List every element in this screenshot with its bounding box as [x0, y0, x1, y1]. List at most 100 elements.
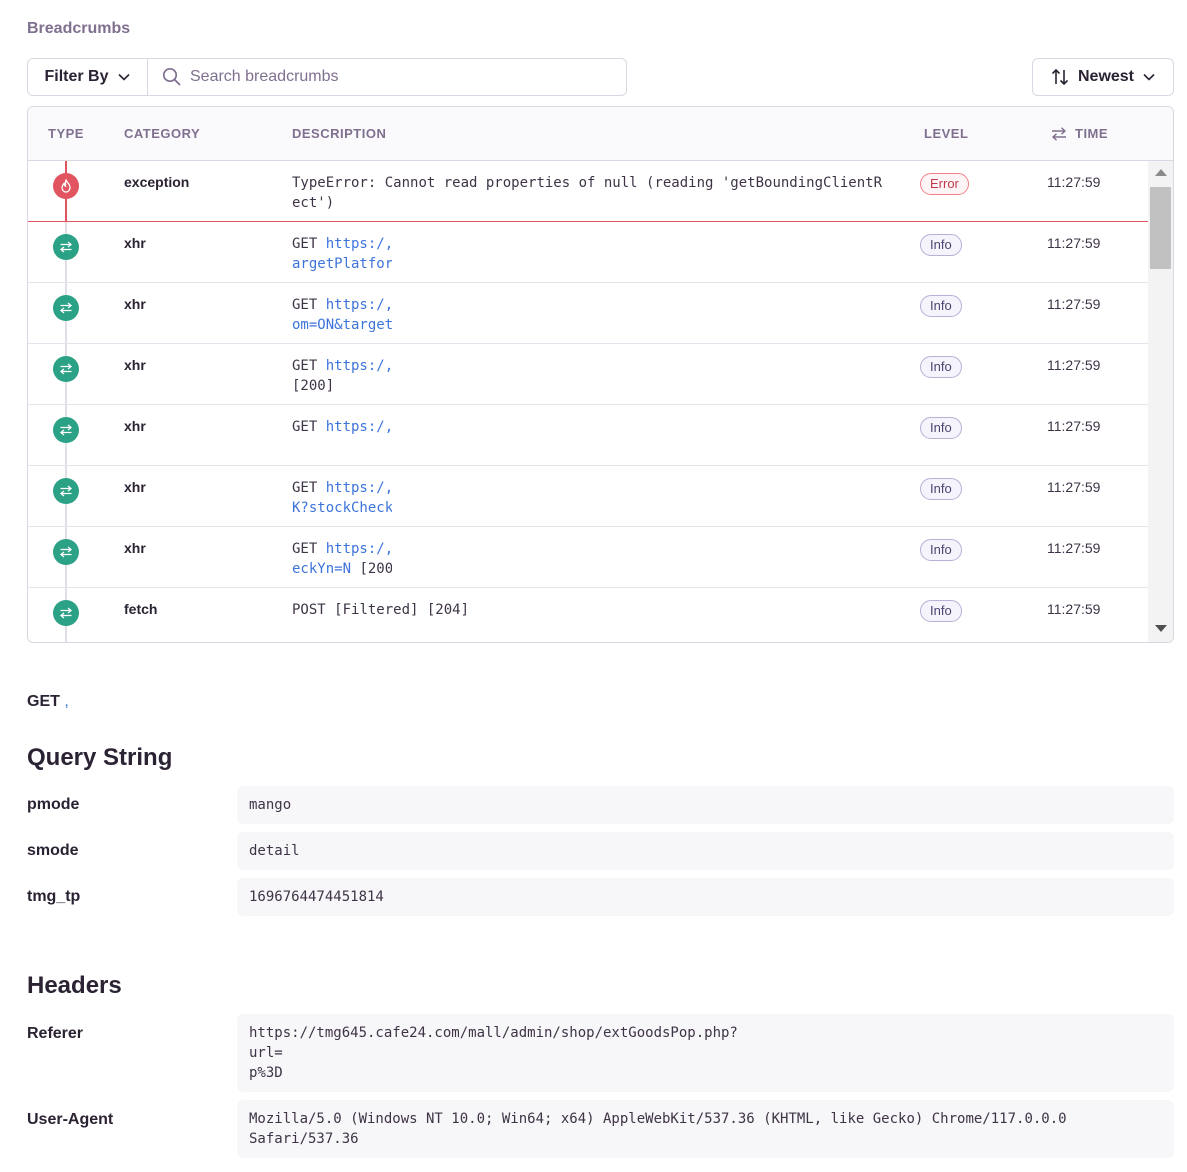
table-row[interactable]: xhr GET https:/, om=ON&target Info 11:27…	[28, 283, 1148, 344]
column-time: TIME	[1075, 126, 1109, 141]
query-value: 1696764474451814	[237, 878, 1174, 916]
row-url-link[interactable]: https:/,	[326, 236, 392, 252]
sort-newest-button[interactable]: Newest	[1032, 58, 1174, 96]
headers-heading: Headers	[27, 972, 122, 999]
query-value: detail	[237, 832, 1174, 870]
row-time: 11:27:59	[1047, 479, 1101, 495]
scroll-down-arrow-icon[interactable]	[1155, 625, 1167, 632]
search-breadcrumbs-input[interactable]	[190, 68, 610, 86]
swap-icon	[53, 234, 79, 260]
row-status: [200]	[292, 378, 335, 394]
chevron-down-icon	[117, 73, 130, 81]
row-description: GET https:/,	[292, 417, 392, 437]
row-description: TypeError: Cannot read properties of nul…	[292, 173, 888, 213]
table-row[interactable]: xhr GET https:/, K?stockCheck Info 11:27…	[28, 466, 1148, 527]
table-row[interactable]: xhr GET https:/, Info 11:27:59	[28, 405, 1148, 466]
swap-icon	[53, 295, 79, 321]
row-category: exception	[124, 174, 190, 190]
level-badge: Info	[920, 478, 962, 500]
breadcrumbs-title: Breadcrumbs	[27, 20, 131, 37]
row-method: GET	[292, 480, 326, 496]
table-row[interactable]: xhr GET https:/, eckYn=N [200 Info 11:27…	[28, 527, 1148, 588]
level-badge: Info	[920, 539, 962, 561]
row-url-link[interactable]: https:/,	[326, 297, 392, 313]
row-url-link[interactable]: https:/,	[326, 541, 392, 557]
swap-icon	[53, 417, 79, 443]
row-time: 11:27:59	[1047, 296, 1101, 312]
filter-by-label: Filter By	[44, 68, 109, 85]
swap-icon	[53, 600, 79, 626]
row-category: xhr	[124, 296, 146, 312]
filter-by-button[interactable]: Filter By	[28, 59, 148, 95]
fire-icon	[53, 173, 79, 199]
row-method: POST	[292, 602, 335, 618]
row-body: [Filtered] [204]	[334, 602, 470, 618]
swap-icon	[53, 539, 79, 565]
header-value: https://tmg645.cafe24.com/mall/admin/sho…	[237, 1014, 1174, 1092]
query-key: pmode	[27, 796, 80, 813]
row-method: GET	[292, 541, 326, 557]
row-error-message: Cannot read properties of null (reading …	[292, 175, 883, 211]
row-url-link-cont[interactable]: K?stockCheck	[292, 500, 392, 516]
row-category: xhr	[124, 357, 146, 373]
sort-label: Newest	[1077, 68, 1135, 85]
row-method: GET	[292, 236, 326, 252]
sort-arrows-icon	[1051, 68, 1069, 86]
row-method: GET	[292, 419, 326, 435]
scrollbar[interactable]	[1148, 161, 1173, 642]
row-category: xhr	[124, 235, 146, 251]
table-row[interactable]: fetch POST [Filtered] [204] Info 11:27:5…	[28, 588, 1148, 642]
table-row[interactable]: xhr GET https:/, argetPlatfor Info 11:27…	[28, 222, 1148, 283]
query-value: mango	[237, 786, 1174, 824]
row-time: 11:27:59	[1047, 601, 1101, 617]
request-url-link[interactable]: ,	[64, 693, 68, 710]
scroll-thumb[interactable]	[1150, 187, 1171, 269]
query-key: tmg_tp	[27, 888, 81, 905]
swap-icon	[53, 356, 79, 382]
row-method: GET	[292, 297, 326, 313]
filter-search-bar: Filter By	[27, 58, 627, 96]
row-description: GET https:/, K?stockCheck	[292, 478, 392, 518]
request-method: GET	[27, 693, 60, 710]
header-value: Mozilla/5.0 (Windows NT 10.0; Win64; x64…	[237, 1100, 1174, 1158]
swap-icon	[53, 478, 79, 504]
scroll-up-arrow-icon[interactable]	[1155, 169, 1167, 176]
row-category: xhr	[124, 479, 146, 495]
row-description: GET https:/, [200]	[292, 356, 392, 396]
column-description: DESCRIPTION	[292, 126, 387, 141]
level-badge: Info	[920, 295, 962, 317]
table-row[interactable]: exception TypeError: Cannot read propert…	[28, 161, 1148, 222]
level-badge: Info	[920, 600, 962, 622]
query-key: smode	[27, 842, 79, 859]
column-category: CATEGORY	[124, 126, 201, 141]
row-error-type: TypeError:	[292, 175, 377, 191]
table-row[interactable]: xhr GET https:/, [200] Info 11:27:59	[28, 344, 1148, 405]
row-description: POST [Filtered] [204]	[292, 600, 888, 620]
column-level: LEVEL	[924, 126, 969, 141]
search-wrap	[148, 59, 626, 95]
table-header: TYPE CATEGORY DESCRIPTION LEVEL TIME	[28, 107, 1173, 161]
chevron-down-icon	[1143, 73, 1155, 81]
row-time: 11:27:59	[1047, 540, 1101, 556]
row-url-link-cont[interactable]: om=ON&target	[292, 317, 392, 333]
row-time: 11:27:59	[1047, 235, 1101, 251]
row-description: GET https:/, eckYn=N [200	[292, 539, 392, 579]
level-badge: Info	[920, 417, 962, 439]
row-url-link[interactable]: https:/,	[326, 480, 392, 496]
row-description: GET https:/, argetPlatfor	[292, 234, 392, 274]
row-description: GET https:/, om=ON&target	[292, 295, 392, 335]
row-url-link[interactable]: https:/,	[326, 419, 392, 435]
row-status: [200	[351, 561, 392, 577]
row-url-link-cont[interactable]: eckYn=N	[292, 561, 351, 577]
swap-icon	[1051, 126, 1067, 141]
breadcrumbs-rows: exception TypeError: Cannot read propert…	[28, 161, 1148, 642]
level-badge: Error	[920, 173, 969, 195]
row-url-link[interactable]: https:/,	[326, 358, 392, 374]
row-url-link-cont[interactable]: argetPlatfor	[292, 256, 392, 272]
level-badge: Info	[920, 356, 962, 378]
row-time: 11:27:59	[1047, 418, 1101, 434]
column-type: TYPE	[48, 126, 84, 141]
level-badge: Info	[920, 234, 962, 256]
column-time-sort[interactable]: TIME	[1051, 126, 1108, 141]
row-method: GET	[292, 358, 326, 374]
